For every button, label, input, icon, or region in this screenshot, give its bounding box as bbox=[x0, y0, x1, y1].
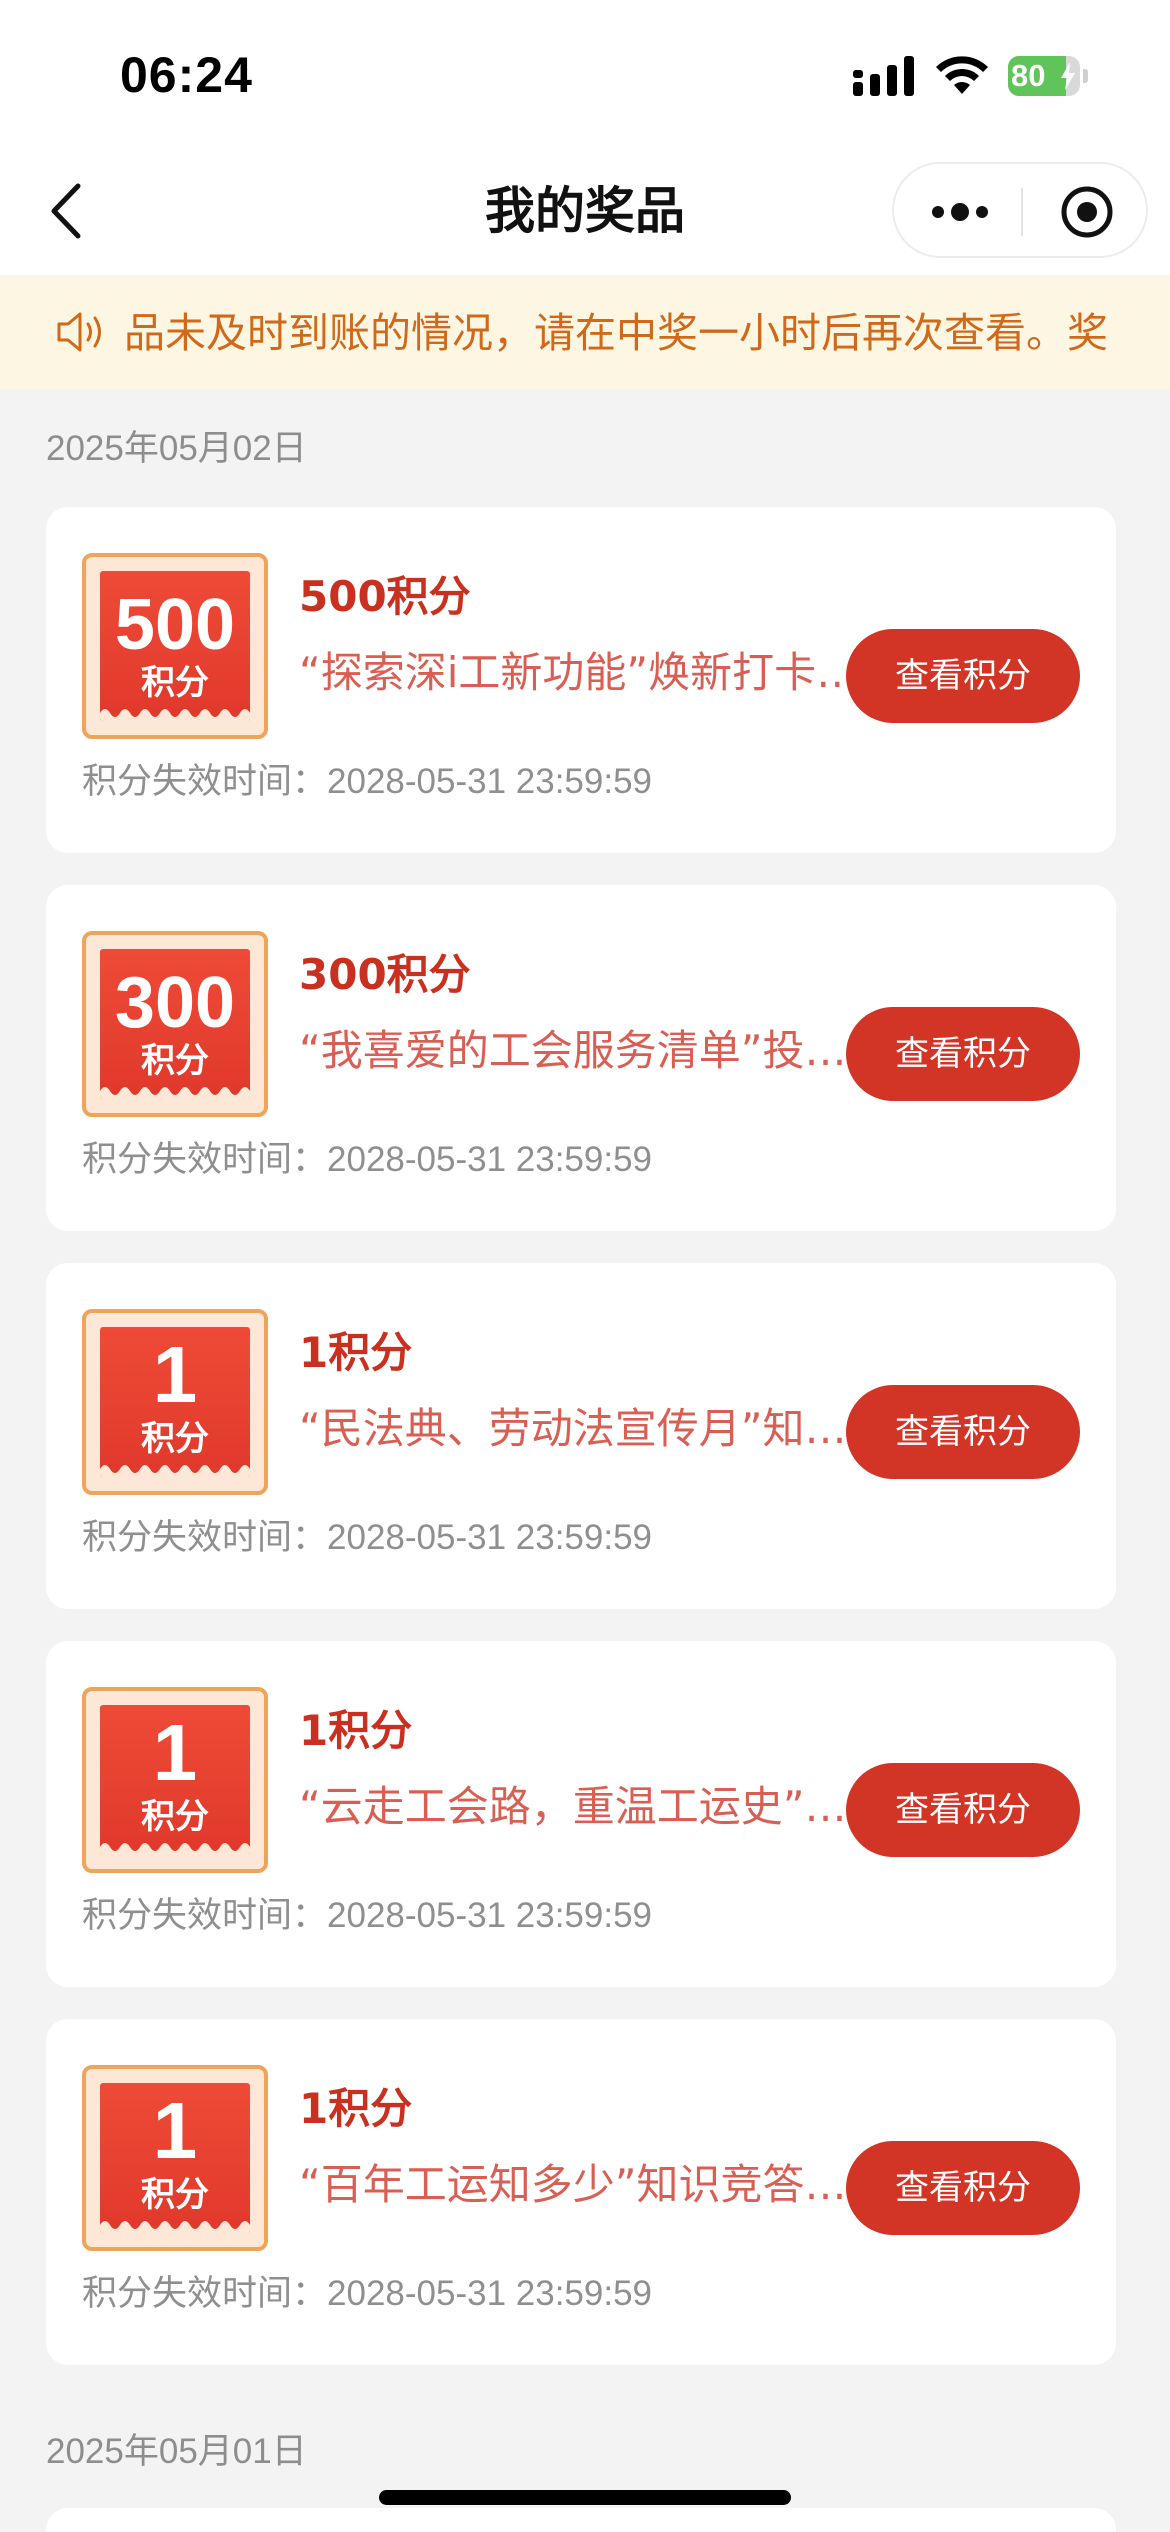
prize-name: 300积分 bbox=[299, 950, 471, 999]
view-points-button[interactable]: 查看积分 bbox=[846, 1385, 1080, 1479]
points-badge: 1 积分 bbox=[82, 1309, 268, 1495]
badge-amount: 1 bbox=[152, 1708, 198, 1797]
prize-name: 1积分 bbox=[299, 1328, 413, 1377]
view-points-button[interactable]: 查看积分 bbox=[846, 1763, 1080, 1857]
status-bar: 06:24 80 bbox=[0, 0, 1170, 150]
points-badge: 500 积分 bbox=[82, 553, 268, 739]
prize-source: “民法典、劳动法宣传月”知识竞答 bbox=[299, 1404, 873, 1453]
badge-amount: 1 bbox=[152, 1330, 198, 1419]
speaker-icon bbox=[57, 312, 101, 352]
prize-name: 500积分 bbox=[299, 572, 471, 621]
expiry-time: 积分失效时间：2028-05-31 23:59:59 bbox=[82, 1137, 652, 1183]
points-badge: 1 积分 bbox=[82, 1687, 268, 1873]
prize-card: 1 积分 1积分 “云走工会路，重温工运史”打卡活动 查看积分 积分失效时间：2… bbox=[46, 1641, 1116, 1987]
expiry-time: 积分失效时间：2028-05-31 23:59:59 bbox=[82, 1515, 652, 1561]
ticket-edge-icon bbox=[100, 1843, 250, 1855]
ticket-edge-icon bbox=[100, 1087, 250, 1099]
ticket-edge-icon bbox=[100, 1465, 250, 1477]
expiry-label: 积分失效时间： bbox=[82, 1896, 328, 1936]
badge-unit: 积分 bbox=[141, 1797, 209, 1837]
mini-program-capsule bbox=[892, 162, 1148, 258]
badge-amount: 300 bbox=[114, 963, 236, 1043]
expiry-value: 2028-05-31 23:59:59 bbox=[327, 1896, 653, 1935]
expiry-value: 2028-05-31 23:59:59 bbox=[327, 762, 653, 801]
ticket-edge-icon bbox=[100, 709, 250, 721]
signal-icon bbox=[853, 56, 914, 96]
expiry-time: 积分失效时间：2028-05-31 23:59:59 bbox=[82, 759, 652, 805]
expiry-value: 2028-05-31 23:59:59 bbox=[327, 1518, 653, 1557]
prize-source: “探索深i工新功能”焕新打卡活动 bbox=[299, 648, 873, 697]
date-header: 2025年05月01日 bbox=[46, 2432, 307, 2471]
date-header: 2025年05月02日 bbox=[46, 429, 307, 468]
prize-source: “云走工会路，重温工运史”打卡活动 bbox=[299, 1782, 873, 1831]
prize-card: 500 积分 500积分 “探索深i工新功能”焕新打卡活动 查看积分 积分失效时… bbox=[46, 507, 1116, 853]
prize-card bbox=[46, 2508, 1116, 2532]
expiry-label: 积分失效时间： bbox=[82, 2274, 328, 2314]
ticket-edge-icon bbox=[100, 2221, 250, 2233]
expiry-label: 积分失效时间： bbox=[82, 1518, 328, 1558]
prize-name: 1积分 bbox=[299, 1706, 413, 1755]
battery-icon: 80 bbox=[1008, 56, 1088, 96]
view-points-button[interactable]: 查看积分 bbox=[846, 2141, 1080, 2235]
prize-card: 1 积分 1积分 “民法典、劳动法宣传月”知识竞答 查看积分 积分失效时间：20… bbox=[46, 1263, 1116, 1609]
prize-name: 1积分 bbox=[299, 2084, 413, 2133]
expiry-label: 积分失效时间： bbox=[82, 762, 328, 802]
wifi-icon bbox=[936, 56, 988, 94]
expiry-time: 积分失效时间：2028-05-31 23:59:59 bbox=[82, 2271, 652, 2317]
points-badge: 1 积分 bbox=[82, 2065, 268, 2251]
notice-bar: 品未及时到账的情况，请在中奖一小时后再次查看。奖 bbox=[0, 275, 1170, 390]
expiry-value: 2028-05-31 23:59:59 bbox=[327, 1140, 653, 1179]
prize-card: 1 积分 1积分 “百年工运知多少”知识竞答活动 查看积分 积分失效时间：202… bbox=[46, 2019, 1116, 2365]
badge-amount: 500 bbox=[114, 585, 236, 665]
more-icon[interactable] bbox=[928, 194, 992, 230]
badge-unit: 积分 bbox=[141, 1041, 209, 1081]
target-icon[interactable] bbox=[1059, 184, 1115, 240]
status-time: 06:24 bbox=[120, 47, 253, 103]
badge-unit: 积分 bbox=[141, 2175, 209, 2215]
badge-amount: 1 bbox=[152, 2086, 198, 2175]
notice-text: 品未及时到账的情况，请在中奖一小时后再次查看。奖 bbox=[124, 309, 1108, 357]
view-points-button[interactable]: 查看积分 bbox=[846, 629, 1080, 723]
expiry-label: 积分失效时间： bbox=[82, 1140, 328, 1180]
badge-unit: 积分 bbox=[141, 663, 209, 703]
prize-card: 300 积分 300积分 “我喜爱的工会服务清单”投票活动 查看积分 积分失效时… bbox=[46, 885, 1116, 1231]
capsule-divider bbox=[1021, 188, 1023, 236]
expiry-value: 2028-05-31 23:59:59 bbox=[327, 2274, 653, 2313]
prize-source: “百年工运知多少”知识竞答活动 bbox=[299, 2160, 873, 2209]
home-indicator bbox=[379, 2490, 791, 2505]
expiry-time: 积分失效时间：2028-05-31 23:59:59 bbox=[82, 1893, 652, 1939]
prize-source: “我喜爱的工会服务清单”投票活动 bbox=[299, 1026, 873, 1075]
nav-bar: 我的奖品 bbox=[0, 150, 1170, 275]
charging-bolt-icon bbox=[1061, 62, 1075, 90]
badge-unit: 积分 bbox=[141, 1419, 209, 1459]
view-points-button[interactable]: 查看积分 bbox=[846, 1007, 1080, 1101]
points-badge: 300 积分 bbox=[82, 931, 268, 1117]
